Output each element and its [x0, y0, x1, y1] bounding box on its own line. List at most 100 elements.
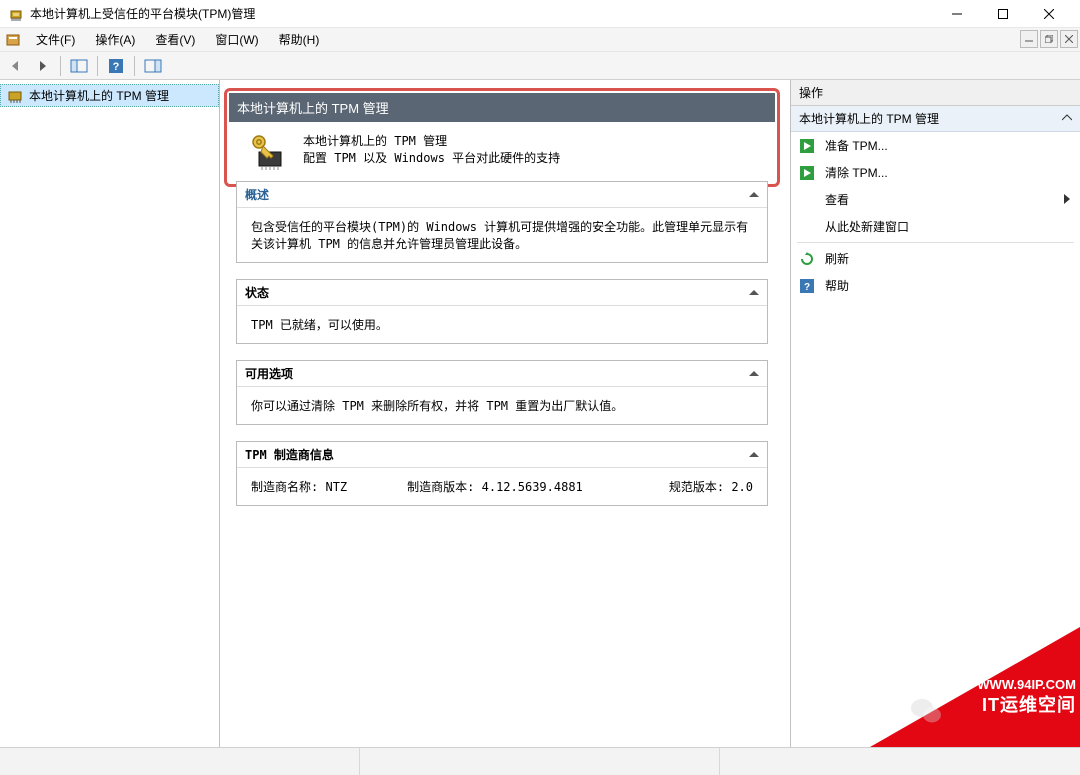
annotation-highlight: 本地计算机上的 TPM 管理 本地计算机上的 TPM 管理 配置 TPM 以及 … — [224, 88, 780, 187]
help-button[interactable]: ? — [104, 54, 128, 78]
action-label: 刷新 — [825, 250, 849, 267]
back-button[interactable] — [4, 54, 28, 78]
taskbar — [0, 747, 1080, 775]
toolbar: ? — [0, 52, 1080, 80]
section-options: 可用选项 你可以通过清除 TPM 来删除所有权，并将 TPM 重置为出厂默认值。 — [236, 360, 768, 425]
intro-text: 本地计算机上的 TPM 管理 配置 TPM 以及 Windows 平台对此硬件的… — [303, 132, 560, 166]
tpm-chip-icon — [7, 88, 23, 104]
actions-separator — [797, 242, 1074, 243]
mfg-name: 制造商名称: NTZ — [251, 478, 347, 495]
minimize-button[interactable] — [934, 0, 980, 28]
collapse-caret-icon — [749, 371, 759, 376]
action-label: 清除 TPM... — [825, 164, 888, 181]
toolbar-separator — [60, 56, 61, 76]
mfg-name-value: NTZ — [325, 480, 347, 494]
refresh-icon — [799, 251, 815, 267]
section-manufacturer-header[interactable]: TPM 制造商信息 — [237, 442, 767, 468]
watermark-text: WWW.94IP.COM IT运维空间 — [977, 677, 1076, 717]
play-green-icon — [799, 138, 815, 154]
action-refresh[interactable]: 刷新 — [791, 245, 1080, 272]
toolbar-separator — [97, 56, 98, 76]
show-hide-actions-pane-button[interactable] — [141, 54, 165, 78]
menu-operation[interactable]: 操作(A) — [85, 28, 145, 51]
mdi-close-button[interactable] — [1060, 30, 1078, 48]
close-button[interactable] — [1026, 0, 1072, 28]
action-prepare-tpm[interactable]: 准备 TPM... — [791, 132, 1080, 159]
actions-pane-title: 操作 — [791, 80, 1080, 106]
action-clear-tpm[interactable]: 清除 TPM... — [791, 159, 1080, 186]
mdi-restore-button[interactable] — [1040, 30, 1058, 48]
section-overview-body: 包含受信任的平台模块(TPM)的 Windows 计算机可提供增强的安全功能。此… — [237, 208, 767, 262]
actions-group-title: 本地计算机上的 TPM 管理 — [799, 110, 939, 127]
intro-block: 本地计算机上的 TPM 管理 配置 TPM 以及 Windows 平台对此硬件的… — [229, 122, 775, 182]
intro-line2: 配置 TPM 以及 Windows 平台对此硬件的支持 — [303, 149, 560, 166]
section-overview-header[interactable]: 概述 — [237, 182, 767, 208]
content-pane: 本地计算机上的 TPM 管理 本地计算机上的 TPM 管理 配置 TPM 以及 … — [220, 80, 790, 747]
menu-view[interactable]: 查看(V) — [145, 28, 205, 51]
collapse-caret-icon — [749, 290, 759, 295]
mfg-version-label: 制造商版本: — [407, 480, 474, 494]
show-hide-console-tree-button[interactable] — [67, 54, 91, 78]
intro-line1: 本地计算机上的 TPM 管理 — [303, 132, 560, 149]
toolbar-separator — [134, 56, 135, 76]
section-overview-title: 概述 — [245, 186, 269, 203]
spec-version-value: 2.0 — [731, 480, 753, 494]
content-header: 本地计算机上的 TPM 管理 — [229, 93, 775, 122]
maximize-button[interactable] — [980, 0, 1026, 28]
section-overview: 概述 包含受信任的平台模块(TPM)的 Windows 计算机可提供增强的安全功… — [236, 181, 768, 263]
mfg-version: 制造商版本: 4.12.5639.4881 — [407, 478, 583, 495]
window-titlebar: 本地计算机上受信任的平台模块(TPM)管理 — [0, 0, 1080, 28]
tpm-chip-icon — [8, 6, 24, 22]
collapse-caret-icon — [749, 192, 759, 197]
action-view-submenu[interactable]: 查看 — [791, 186, 1080, 213]
section-manufacturer: TPM 制造商信息 制造商名称: NTZ 制造商版本: 4.12.5639.48… — [236, 441, 768, 506]
collapse-up-icon — [1062, 112, 1072, 126]
section-status-body: TPM 已就绪，可以使用。 — [237, 306, 767, 343]
section-status: 状态 TPM 已就绪，可以使用。 — [236, 279, 768, 344]
section-options-body: 你可以通过清除 TPM 来删除所有权，并将 TPM 重置为出厂默认值。 — [237, 387, 767, 424]
collapse-caret-icon — [749, 452, 759, 457]
section-manufacturer-title: TPM 制造商信息 — [245, 446, 334, 463]
window-title: 本地计算机上受信任的平台模块(TPM)管理 — [30, 5, 255, 22]
section-options-header[interactable]: 可用选项 — [237, 361, 767, 387]
wechat-icon — [910, 696, 944, 729]
section-status-header[interactable]: 状态 — [237, 280, 767, 306]
actions-group-header[interactable]: 本地计算机上的 TPM 管理 — [791, 106, 1080, 132]
mdi-minimize-button[interactable] — [1020, 30, 1038, 48]
content-header-title: 本地计算机上的 TPM 管理 — [237, 101, 389, 116]
menubar: 文件(F) 操作(A) 查看(V) 窗口(W) 帮助(H) — [0, 28, 1080, 52]
action-label: 从此处新建窗口 — [825, 218, 909, 235]
submenu-caret-icon — [1064, 193, 1072, 207]
menu-file[interactable]: 文件(F) — [26, 28, 85, 51]
svg-text:?: ? — [113, 61, 120, 73]
mdi-window-controls — [1018, 30, 1078, 48]
action-label: 查看 — [825, 191, 849, 208]
watermark-brand: IT运维空间 — [977, 694, 1076, 717]
taskbar-item[interactable] — [0, 748, 360, 775]
blank-icon — [799, 219, 815, 235]
forward-button[interactable] — [30, 54, 54, 78]
mfg-name-label: 制造商名称: — [251, 480, 318, 494]
section-manufacturer-body: 制造商名称: NTZ 制造商版本: 4.12.5639.4881 规范版本: 2… — [237, 468, 767, 505]
section-options-title: 可用选项 — [245, 365, 293, 382]
action-label: 帮助 — [825, 277, 849, 294]
action-help[interactable]: ? 帮助 — [791, 272, 1080, 299]
navigation-pane: 本地计算机上的 TPM 管理 — [0, 80, 220, 747]
key-chip-icon — [247, 132, 287, 172]
taskbar-item[interactable] — [360, 748, 720, 775]
nav-item-tpm-management[interactable]: 本地计算机上的 TPM 管理 — [0, 84, 219, 107]
mmc-console-icon — [4, 31, 22, 49]
blank-icon — [799, 192, 815, 208]
action-label: 准备 TPM... — [825, 137, 888, 154]
menu-help[interactable]: 帮助(H) — [269, 28, 330, 51]
help-icon: ? — [799, 278, 815, 294]
play-green-icon — [799, 165, 815, 181]
action-new-window[interactable]: 从此处新建窗口 — [791, 213, 1080, 240]
spec-version: 规范版本: 2.0 — [669, 478, 753, 495]
watermark-url: WWW.94IP.COM — [977, 677, 1076, 694]
section-status-title: 状态 — [245, 284, 269, 301]
svg-text:?: ? — [804, 282, 810, 293]
menu-window[interactable]: 窗口(W) — [205, 28, 268, 51]
spec-version-label: 规范版本: — [669, 480, 724, 494]
nav-item-label: 本地计算机上的 TPM 管理 — [29, 87, 169, 104]
